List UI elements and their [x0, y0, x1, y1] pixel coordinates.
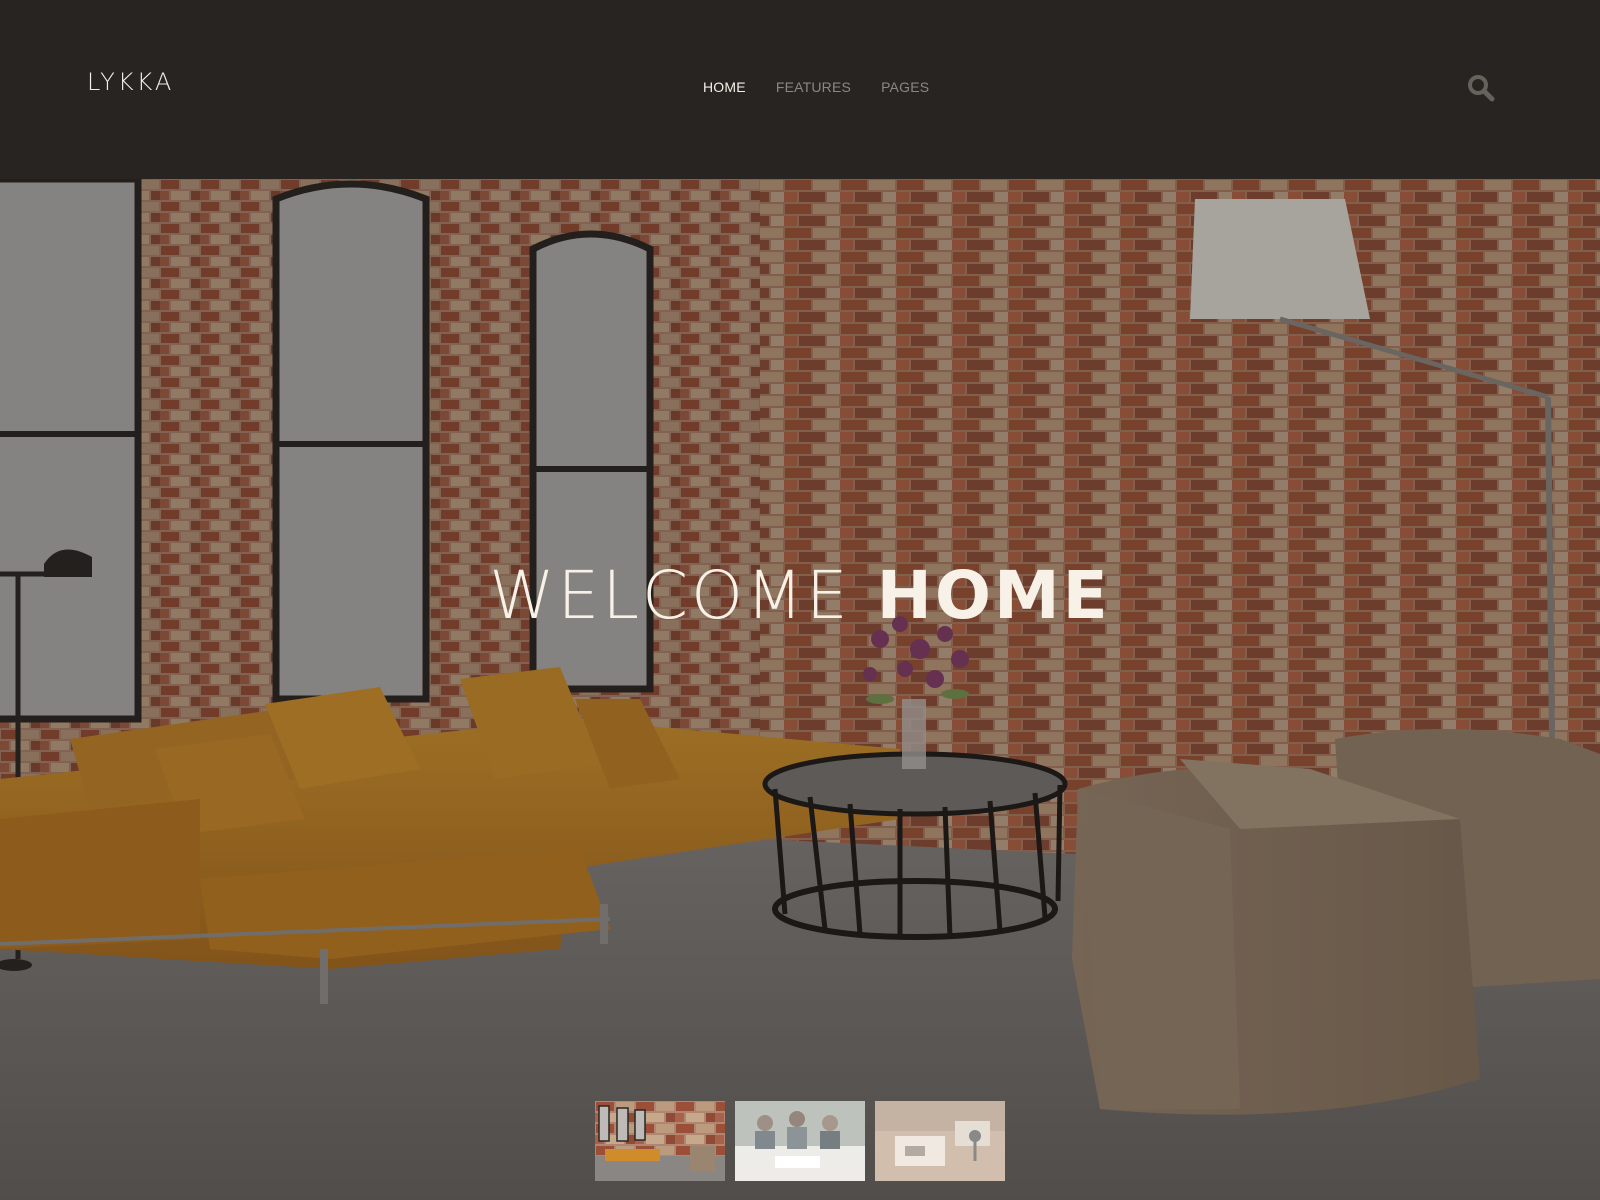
hero-title: WELCOME HOME [0, 557, 1600, 634]
logo[interactable]: LYKKA [87, 68, 174, 96]
thumbnail-image [875, 1101, 1005, 1181]
search-icon [1468, 75, 1495, 102]
hero-title-bold: HOME [876, 557, 1111, 634]
thumbnail-workspace-desk[interactable] [875, 1101, 1005, 1181]
nav-item-pages[interactable]: PAGES [881, 79, 929, 95]
thumbnail-image [735, 1101, 865, 1181]
search-button[interactable] [1467, 74, 1495, 102]
thumbnail-team-meeting[interactable] [735, 1101, 865, 1181]
hero-slider: WELCOME HOME [0, 179, 1600, 1200]
nav-item-features[interactable]: FEATURES [776, 79, 851, 95]
hero-image [0, 179, 1600, 1200]
slider-thumbnails [595, 1101, 1005, 1181]
thumbnail-loft-living-room[interactable] [595, 1101, 725, 1181]
hero-title-light: WELCOME [489, 557, 851, 634]
main-nav: HOME FEATURES PAGES [703, 79, 929, 95]
nav-item-home[interactable]: HOME [703, 79, 746, 95]
site-header: LYKKA HOME FEATURES PAGES [0, 0, 1600, 179]
thumbnail-image [595, 1101, 725, 1181]
